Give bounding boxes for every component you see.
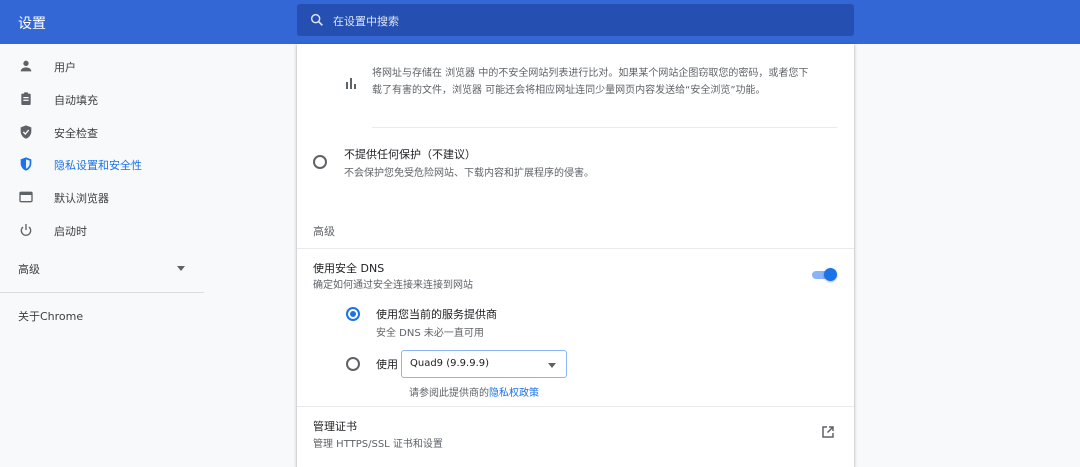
sidebar-advanced-toggle[interactable]: 高级	[0, 253, 204, 283]
dns-current-provider-radio[interactable]	[346, 307, 360, 321]
info-text-line-1: 将网址与存储在 浏览器 中的不安全网站列表进行比对。如果某个网站企图窃取您的密码…	[372, 68, 809, 79]
dns-custom-label: 使用	[376, 358, 398, 371]
chevron-down-icon	[177, 266, 185, 271]
no-protection-radio[interactable]	[313, 155, 327, 169]
dns-policy-note: 请参阅此提供商的隐私权政策	[409, 384, 539, 399]
sidebar-item-on-startup[interactable]: 启动时	[0, 214, 204, 246]
divider	[372, 127, 837, 128]
search-icon	[310, 13, 323, 26]
app-title: 设置	[18, 16, 46, 32]
dns-policy-prefix: 请参阅此提供商的	[409, 388, 489, 399]
person-icon	[20, 60, 32, 72]
sidebar-item-people[interactable]: 用户	[0, 50, 204, 82]
privacy-policy-link[interactable]: 隐私权政策	[489, 388, 539, 399]
sidebar: 用户 自动填充 安全检查 隐私设置和安全性 默认浏览器 启动时 高级 关于Chr…	[0, 44, 204, 467]
secure-dns-toggle[interactable]	[810, 268, 838, 282]
manage-certificates-title: 管理证书	[313, 420, 357, 433]
sidebar-item-about-chrome[interactable]: 关于Chrome	[18, 308, 83, 324]
advanced-section-heading: 高级	[313, 225, 335, 238]
safe-browsing-info-text: 将网址与存储在 浏览器 中的不安全网站列表进行比对。如果某个网站企图窃取您的密码…	[372, 65, 842, 99]
top-bar: 设置 在设置中搜索	[0, 0, 1080, 44]
dropdown-arrow-icon	[548, 363, 556, 368]
no-protection-title: 不提供任何保护（不建议）	[344, 148, 476, 161]
dns-current-provider-desc: 安全 DNS 未必一直可用	[376, 328, 484, 339]
dns-provider-value: Quad9 (9.9.9.9)	[410, 358, 490, 369]
search-box[interactable]: 在设置中搜索	[297, 4, 854, 36]
toggle-knob	[824, 268, 837, 281]
sidebar-item-default-browser[interactable]: 默认浏览器	[0, 181, 204, 213]
privacy-settings-card: 将网址与存储在 浏览器 中的不安全网站列表进行比对。如果某个网站企图窃取您的密码…	[297, 44, 854, 467]
dns-custom-provider-radio[interactable]	[346, 357, 360, 371]
power-icon	[20, 224, 32, 236]
sidebar-item-autofill[interactable]: 自动填充	[0, 83, 204, 115]
dns-current-provider-title: 使用您当前的服务提供商	[376, 308, 497, 321]
sidebar-item-safety-check[interactable]: 安全检查	[0, 116, 204, 148]
manage-certificates-row[interactable]: 管理证书 管理 HTTPS/SSL 证书和设置	[297, 407, 854, 467]
open-external-icon	[822, 426, 834, 438]
sidebar-advanced-label: 高级	[18, 263, 40, 276]
secure-dns-desc: 确定如何通过安全连接来连接到网站	[313, 280, 473, 291]
no-protection-desc: 不会保护您免受危险网站、下载内容和扩展程序的侵害。	[344, 168, 594, 179]
sidebar-item-label: 启动时	[54, 225, 87, 238]
sidebar-item-label: 用户	[54, 61, 76, 74]
bar-chart-icon	[346, 78, 356, 89]
sidebar-item-privacy[interactable]: 隐私设置和安全性	[0, 148, 204, 180]
sidebar-divider	[0, 292, 204, 293]
sidebar-item-label: 默认浏览器	[54, 192, 109, 205]
divider	[297, 248, 854, 249]
search-input[interactable]: 在设置中搜索	[333, 13, 399, 29]
sidebar-item-label: 安全检查	[54, 127, 98, 140]
sidebar-item-label: 自动填充	[54, 94, 98, 107]
secure-dns-title: 使用安全 DNS	[313, 262, 385, 275]
browser-window-icon	[19, 191, 33, 203]
dns-provider-select[interactable]: Quad9 (9.9.9.9)	[401, 350, 567, 378]
privacy-shield-icon	[20, 157, 32, 171]
sidebar-item-label: 隐私设置和安全性	[54, 159, 142, 172]
manage-certificates-desc: 管理 HTTPS/SSL 证书和设置	[313, 439, 443, 450]
info-text-line-2: 载了有害的文件，浏览器 可能还会将相应网址连同少量网页内容发送给“安全浏览”功能…	[372, 85, 766, 96]
shield-check-icon	[20, 125, 32, 139]
clipboard-icon	[21, 92, 31, 105]
